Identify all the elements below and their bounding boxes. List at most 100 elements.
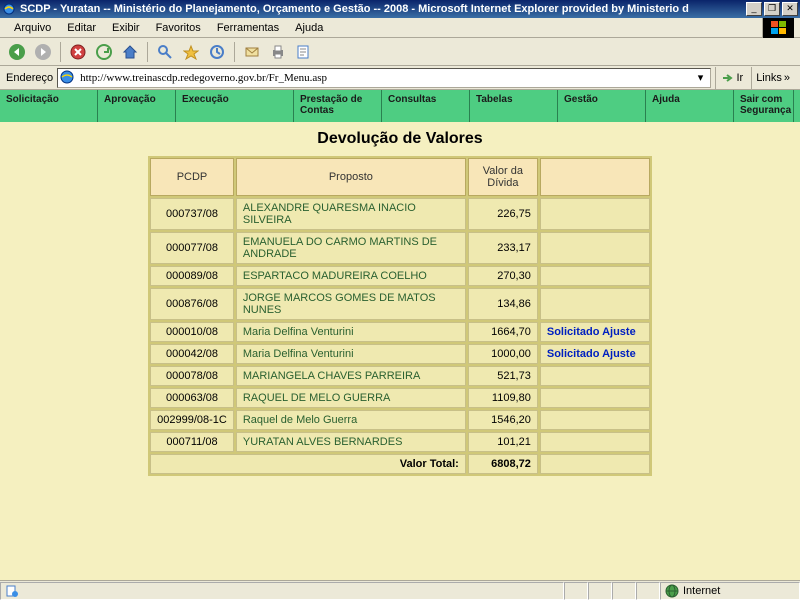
cell-pcdp: 000711/08 <box>150 432 234 452</box>
cell-status <box>540 266 650 286</box>
status-panel-1 <box>564 582 588 600</box>
tab-sair[interactable]: Sair com Segurança <box>734 90 794 122</box>
menu-ferramentas[interactable]: Ferramentas <box>209 20 287 36</box>
cell-valor: 233,17 <box>468 232 538 264</box>
url-dropdown-icon[interactable]: ▾ <box>692 71 708 84</box>
header-valor: Valor da Dívida <box>468 158 538 196</box>
header-pcdp: PCDP <box>150 158 234 196</box>
tab-tabelas[interactable]: Tabelas <box>470 90 558 122</box>
tab-execucao[interactable]: Execução <box>176 90 294 122</box>
cell-status <box>540 432 650 452</box>
table-row[interactable]: 000078/08 MARIANGELA CHAVES PARREIRA 521… <box>150 366 650 386</box>
cell-pcdp: 000042/08 <box>150 344 234 364</box>
cell-proposto: YURATAN ALVES BERNARDES <box>236 432 466 452</box>
status-panel-4 <box>636 582 660 600</box>
toolbar <box>0 38 800 66</box>
url-input[interactable] <box>80 72 692 84</box>
edit-button[interactable] <box>293 41 315 63</box>
cell-pcdp: 000737/08 <box>150 198 234 230</box>
cell-proposto: JORGE MARCOS GOMES DE MATOS NUNES <box>236 288 466 320</box>
menu-favoritos[interactable]: Favoritos <box>148 20 209 36</box>
table-row[interactable]: 000042/08 Maria Delfina Venturini 1000,0… <box>150 344 650 364</box>
back-button[interactable] <box>6 41 28 63</box>
cell-pcdp: 000010/08 <box>150 322 234 342</box>
links-button[interactable]: Links » <box>751 67 794 89</box>
tab-prestacao[interactable]: Prestação de Contas <box>294 90 382 122</box>
links-label: Links <box>756 72 782 84</box>
address-label: Endereço <box>6 72 53 84</box>
cell-proposto: Maria Delfina Venturini <box>236 322 466 342</box>
cell-status: Solicitado Ajuste <box>540 344 650 364</box>
home-button[interactable] <box>119 41 141 63</box>
addressbar: Endereço ▾ Ir Links » <box>0 66 800 90</box>
cell-pcdp: 000089/08 <box>150 266 234 286</box>
url-input-box[interactable]: ▾ <box>57 68 711 88</box>
cell-valor: 134,86 <box>468 288 538 320</box>
table-row[interactable]: 000010/08 Maria Delfina Venturini 1664,7… <box>150 322 650 342</box>
table-row[interactable]: 000077/08 EMANUELA DO CARMO MARTINS DE A… <box>150 232 650 264</box>
total-row: Valor Total: 6808,72 <box>150 454 650 474</box>
table-row[interactable]: 000089/08 ESPARTACO MADUREIRA COELHO 270… <box>150 266 650 286</box>
table-row[interactable]: 000737/08 ALEXANDRE QUARESMA INACIO SILV… <box>150 198 650 230</box>
menu-arquivo[interactable]: Arquivo <box>6 20 59 36</box>
cell-proposto: Maria Delfina Venturini <box>236 344 466 364</box>
cell-status: Solicitado Ajuste <box>540 322 650 342</box>
close-button[interactable]: ✕ <box>782 2 798 16</box>
go-button[interactable]: Ir <box>715 67 747 89</box>
nav-tabs: Solicitação Aprovação Execução Prestação… <box>0 90 800 122</box>
window-title: SCDP - Yuratan -- Ministério do Planejam… <box>20 3 746 15</box>
cell-status <box>540 198 650 230</box>
cell-pcdp: 002999/08-1C <box>150 410 234 430</box>
cell-status <box>540 410 650 430</box>
page-icon <box>60 70 76 86</box>
forward-button[interactable] <box>32 41 54 63</box>
restore-button[interactable]: ❐ <box>764 2 780 16</box>
tab-ajuda[interactable]: Ajuda <box>646 90 734 122</box>
tab-solicitacao[interactable]: Solicitação <box>0 90 98 122</box>
status-zone: Internet <box>660 582 800 600</box>
cell-proposto: Raquel de Melo Guerra <box>236 410 466 430</box>
page-title: Devolução de Valores <box>0 122 800 156</box>
minimize-button[interactable]: _ <box>746 2 762 16</box>
status-main <box>0 582 564 600</box>
stop-button[interactable] <box>67 41 89 63</box>
data-table: PCDP Proposto Valor da Dívida 000737/08 … <box>148 156 652 476</box>
table-row[interactable]: 000876/08 JORGE MARCOS GOMES DE MATOS NU… <box>150 288 650 320</box>
search-button[interactable] <box>154 41 176 63</box>
cell-pcdp: 000876/08 <box>150 288 234 320</box>
toolbar-separator <box>234 42 235 62</box>
mail-button[interactable] <box>241 41 263 63</box>
tab-consultas[interactable]: Consultas <box>382 90 470 122</box>
ie-icon <box>2 2 16 16</box>
header-proposto: Proposto <box>236 158 466 196</box>
menubar: Arquivo Editar Exibir Favoritos Ferramen… <box>0 18 800 38</box>
cell-valor: 270,30 <box>468 266 538 286</box>
cell-proposto: RAQUEL DE MELO GUERRA <box>236 388 466 408</box>
status-panel-3 <box>612 582 636 600</box>
refresh-button[interactable] <box>93 41 115 63</box>
tab-aprovacao[interactable]: Aprovação <box>98 90 176 122</box>
history-button[interactable] <box>206 41 228 63</box>
tab-gestao[interactable]: Gestão <box>558 90 646 122</box>
cell-pcdp: 000078/08 <box>150 366 234 386</box>
globe-icon <box>665 584 679 598</box>
menu-editar[interactable]: Editar <box>59 20 104 36</box>
table-row[interactable]: 000063/08 RAQUEL DE MELO GUERRA 1109,80 <box>150 388 650 408</box>
toolbar-separator <box>147 42 148 62</box>
cell-valor: 101,21 <box>468 432 538 452</box>
cell-pcdp: 000063/08 <box>150 388 234 408</box>
statusbar: Internet <box>0 580 800 600</box>
menu-exibir[interactable]: Exibir <box>104 20 148 36</box>
cell-valor: 1109,80 <box>468 388 538 408</box>
cell-proposto: ALEXANDRE QUARESMA INACIO SILVEIRA <box>236 198 466 230</box>
go-label: Ir <box>736 72 743 84</box>
table-row[interactable]: 000711/08 YURATAN ALVES BERNARDES 101,21 <box>150 432 650 452</box>
table-row[interactable]: 002999/08-1C Raquel de Melo Guerra 1546,… <box>150 410 650 430</box>
window-titlebar: SCDP - Yuratan -- Ministério do Planejam… <box>0 0 800 18</box>
print-button[interactable] <box>267 41 289 63</box>
cell-status <box>540 366 650 386</box>
favorites-button[interactable] <box>180 41 202 63</box>
menu-ajuda[interactable]: Ajuda <box>287 20 331 36</box>
cell-valor: 226,75 <box>468 198 538 230</box>
cell-valor: 1000,00 <box>468 344 538 364</box>
